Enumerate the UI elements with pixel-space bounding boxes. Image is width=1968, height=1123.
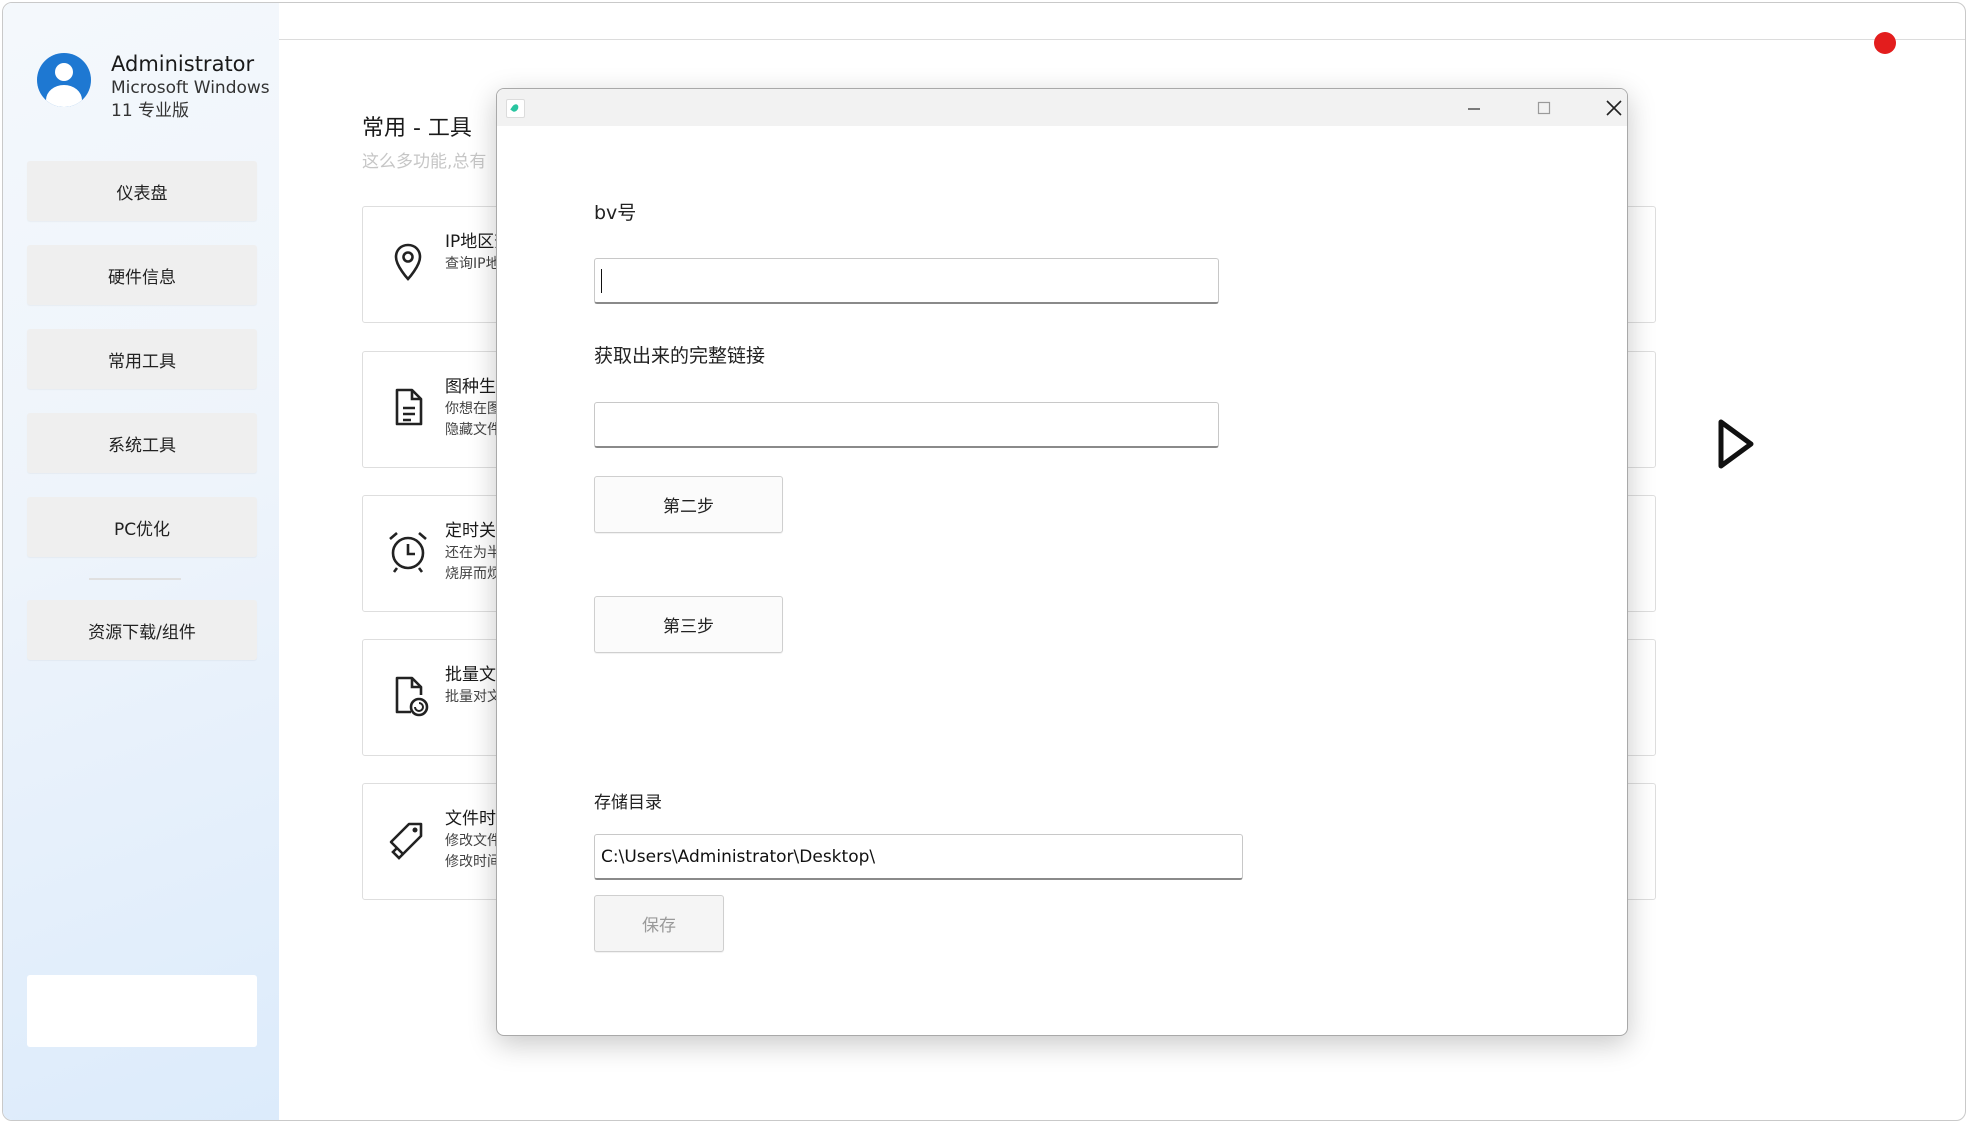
top-bar — [279, 3, 1965, 40]
bv-input[interactable] — [594, 258, 1219, 304]
card-title: 批量文 — [445, 665, 496, 685]
link-label: 获取出来的完整链接 — [594, 345, 766, 367]
document-icon — [395, 388, 423, 426]
step-two-button[interactable]: 第二步 — [594, 476, 783, 533]
card-desc: 还在为半 烧屏而烦 — [445, 545, 501, 582]
card-title: 定时关 — [445, 521, 496, 541]
sidebar-item-pc-optimize[interactable]: PC优化 — [27, 497, 257, 557]
play-icon[interactable] — [1716, 418, 1756, 470]
step-three-button[interactable]: 第三步 — [594, 596, 783, 653]
storage-dir-input[interactable]: C:\Users\Administrator\Desktop\ — [594, 834, 1243, 880]
maximize-button[interactable] — [1521, 89, 1567, 126]
sidebar-item-system-tools[interactable]: 系统工具 — [27, 413, 257, 473]
sidebar-divider — [89, 578, 181, 580]
sidebar-item-common-tools[interactable]: 常用工具 — [27, 329, 257, 389]
card-desc: 你想在图 隐藏文件 — [445, 401, 501, 438]
storage-dir-label: 存储目录 — [594, 793, 662, 813]
sidebar-bottom-panel — [27, 975, 257, 1047]
text-caret — [601, 268, 602, 293]
record-indicator-icon — [1874, 32, 1896, 54]
sidebar-item-dashboard[interactable]: 仪表盘 — [27, 161, 257, 221]
card-desc: 查询IP地 — [445, 256, 500, 272]
sidebar-item-hardware-info[interactable]: 硬件信息 — [27, 245, 257, 305]
save-button[interactable]: 保存 — [594, 895, 724, 952]
full-link-field[interactable] — [594, 402, 1219, 448]
page-subtitle: 这么多功能,总有 — [362, 152, 487, 172]
tags-icon — [389, 822, 423, 860]
dialog-titlebar[interactable] — [497, 89, 1627, 126]
minimize-button[interactable] — [1451, 89, 1497, 126]
os-name: Microsoft Windows — [111, 78, 270, 98]
sidebar: Administrator Microsoft Windows 11 专业版 仪… — [3, 3, 279, 1120]
alarm-clock-icon — [389, 532, 427, 573]
user-avatar-icon — [37, 53, 91, 107]
sidebar-item-downloads[interactable]: 资源下载/组件 — [27, 600, 257, 660]
os-edition: 11 专业版 — [111, 101, 190, 121]
card-desc: 修改文件 修改时间 — [445, 833, 501, 870]
user-name: Administrator — [111, 52, 255, 76]
close-icon — [1606, 99, 1622, 116]
file-refresh-icon — [395, 676, 429, 717]
card-title: 文件时 — [445, 809, 496, 829]
page-title: 常用 - 工具 — [362, 116, 472, 141]
close-button[interactable] — [1591, 89, 1627, 126]
bv-download-dialog: bv号 获取出来的完整链接 第二步 第三步 存储目录 C:\Users\Admi… — [496, 88, 1628, 1036]
card-title: 图种生 — [445, 377, 496, 397]
location-pin-icon — [394, 243, 422, 281]
user-profile: Administrator Microsoft Windows 11 专业版 — [37, 51, 270, 123]
card-desc: 批量对文 — [445, 689, 501, 705]
bv-label: bv号 — [594, 202, 637, 224]
minimize-icon — [1468, 107, 1480, 110]
maximize-icon — [1537, 101, 1551, 114]
app-icon — [506, 99, 525, 118]
